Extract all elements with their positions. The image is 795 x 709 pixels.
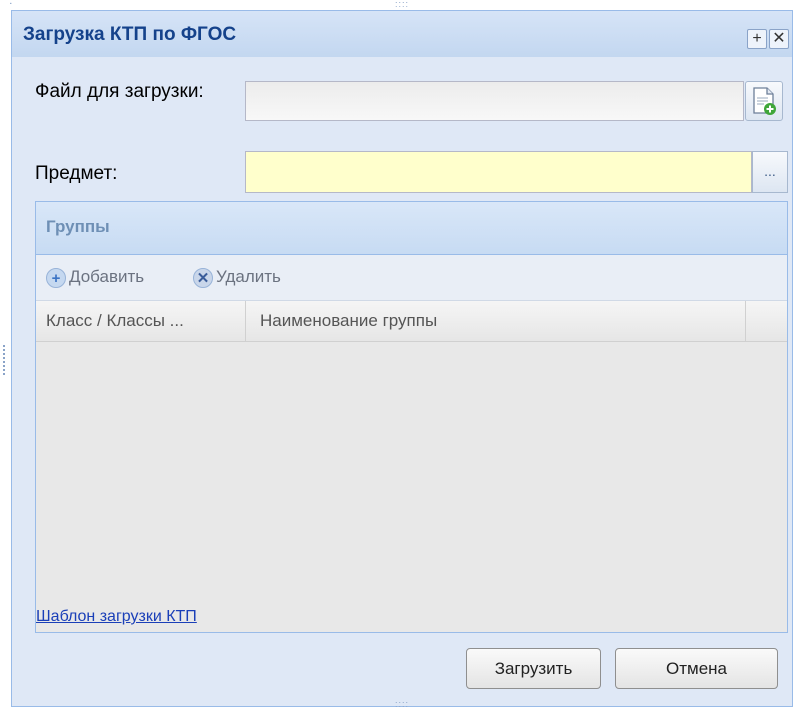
maximize-button[interactable]: + xyxy=(747,29,767,49)
resize-handle-top[interactable]: :::: xyxy=(395,0,409,9)
add-group-button[interactable]: + Добавить xyxy=(46,267,144,288)
column-header-filler xyxy=(746,301,787,341)
resize-handle-bottom[interactable]: :::: xyxy=(395,700,409,709)
dialog-window: Загрузка КТП по ФГОС + ✕ Файл для загруз… xyxy=(11,10,793,707)
groups-toolbar: + Добавить ✕ Удалить xyxy=(36,255,787,301)
subject-select-button[interactable]: ... xyxy=(752,151,788,193)
groups-grid-header: Класс / Классы ... Наименование группы xyxy=(36,301,787,342)
groups-panel-header: Группы xyxy=(36,202,787,255)
resize-handle-left[interactable] xyxy=(3,345,8,375)
groups-grid-body xyxy=(36,342,787,632)
column-header-group-name[interactable]: Наименование группы xyxy=(246,301,746,341)
file-label: Файл для загрузки: xyxy=(35,81,204,102)
plus-icon: + xyxy=(46,267,66,288)
delete-group-label: Удалить xyxy=(216,267,281,286)
add-file-icon xyxy=(753,87,776,115)
column-header-class[interactable]: Класс / Классы ... xyxy=(36,301,246,341)
delete-group-button[interactable]: ✕ Удалить xyxy=(193,267,281,288)
dialog-titlebar[interactable]: Загрузка КТП по ФГОС + ✕ xyxy=(12,11,792,57)
upload-button[interactable]: Загрузить xyxy=(466,648,601,689)
groups-title: Группы xyxy=(46,217,110,236)
subject-label: Предмет: xyxy=(35,163,118,184)
cancel-button[interactable]: Отмена xyxy=(615,648,778,689)
close-button[interactable]: ✕ xyxy=(769,29,789,49)
add-group-label: Добавить xyxy=(69,267,145,286)
file-input[interactable] xyxy=(245,81,744,121)
file-add-button[interactable] xyxy=(745,81,783,121)
dialog-title: Загрузка КТП по ФГОС xyxy=(23,24,237,45)
template-download-link[interactable]: Шаблон загрузки КТП xyxy=(36,608,197,626)
groups-panel: Группы + Добавить ✕ Удалить Класс / Классы… xyxy=(35,201,788,633)
dialog-footer: Загрузить Отмена xyxy=(12,633,792,706)
subject-input[interactable] xyxy=(245,151,752,193)
delete-icon: ✕ xyxy=(193,267,213,288)
